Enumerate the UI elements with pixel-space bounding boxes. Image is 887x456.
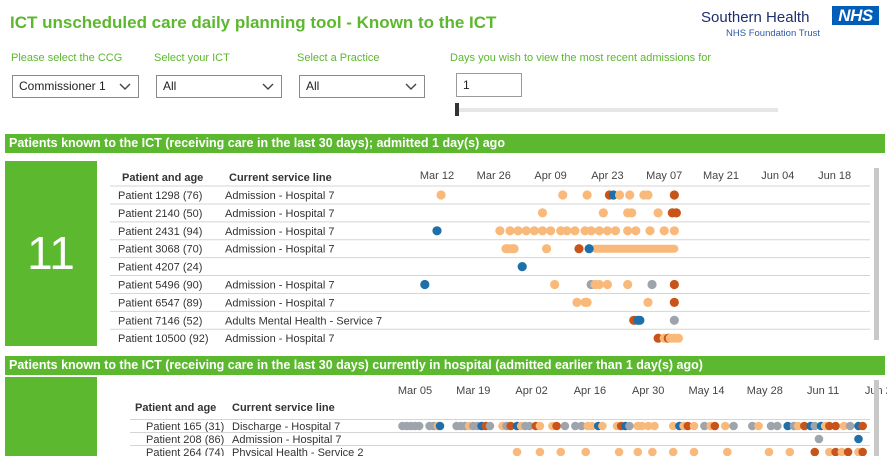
x-tick-label: Apr 02 bbox=[515, 385, 547, 397]
event-marker[interactable] bbox=[535, 447, 545, 456]
event-marker[interactable] bbox=[650, 421, 659, 431]
event-marker[interactable] bbox=[854, 434, 863, 444]
column-header-patient: Patient and age bbox=[135, 402, 216, 414]
event-marker[interactable] bbox=[614, 447, 624, 456]
event-marker[interactable] bbox=[814, 434, 824, 444]
event-marker[interactable] bbox=[512, 447, 522, 456]
event-marker[interactable] bbox=[845, 421, 855, 431]
section2-scrollbar[interactable] bbox=[874, 380, 879, 456]
patient-label: Patient 165 (31) bbox=[146, 421, 224, 433]
x-tick-label: Jun 11 bbox=[807, 385, 839, 397]
event-marker[interactable] bbox=[581, 447, 591, 456]
event-marker[interactable] bbox=[858, 447, 867, 456]
event-marker[interactable] bbox=[535, 421, 545, 431]
x-tick-label: Mar 05 bbox=[398, 385, 432, 397]
event-marker[interactable] bbox=[560, 421, 570, 431]
event-marker[interactable] bbox=[552, 421, 561, 431]
event-marker[interactable] bbox=[435, 421, 445, 431]
event-marker[interactable] bbox=[729, 421, 738, 431]
event-marker[interactable] bbox=[710, 421, 720, 431]
event-marker[interactable] bbox=[598, 421, 607, 431]
event-marker[interactable] bbox=[689, 421, 699, 431]
event-marker[interactable] bbox=[858, 421, 867, 431]
event-marker[interactable] bbox=[633, 447, 643, 456]
service-line-label: Discharge - Hospital 7 bbox=[232, 421, 340, 433]
event-marker[interactable] bbox=[810, 447, 820, 456]
service-line-label: Physical Health - Service 2 bbox=[232, 447, 363, 456]
x-tick-label: May 28 bbox=[747, 385, 783, 397]
event-marker[interactable] bbox=[831, 421, 840, 431]
event-marker[interactable] bbox=[764, 447, 774, 456]
event-marker[interactable] bbox=[625, 421, 634, 431]
event-marker[interactable] bbox=[723, 447, 732, 456]
column-header-service: Current service line bbox=[232, 402, 335, 414]
event-marker[interactable] bbox=[785, 447, 795, 456]
event-marker[interactable] bbox=[720, 421, 730, 431]
event-marker[interactable] bbox=[689, 447, 699, 456]
x-tick-label: May 14 bbox=[688, 385, 724, 397]
event-marker[interactable] bbox=[668, 447, 678, 456]
x-tick-label: Mar 19 bbox=[456, 385, 490, 397]
event-marker[interactable] bbox=[414, 421, 424, 431]
patient-label: Patient 208 (86) bbox=[146, 434, 224, 446]
patient-label: Patient 264 (74) bbox=[146, 447, 224, 456]
event-marker[interactable] bbox=[556, 447, 566, 456]
event-marker[interactable] bbox=[648, 447, 657, 456]
event-marker[interactable] bbox=[772, 421, 782, 431]
x-tick-label: Apr 30 bbox=[632, 385, 664, 397]
section2-timeline-chart: Patient and age Current service line Pat… bbox=[130, 385, 887, 456]
x-tick-label: Apr 16 bbox=[574, 385, 606, 397]
service-line-label: Admission - Hospital 7 bbox=[232, 434, 341, 446]
event-marker[interactable] bbox=[754, 421, 763, 431]
event-marker[interactable] bbox=[843, 447, 853, 456]
event-marker[interactable] bbox=[485, 421, 495, 431]
